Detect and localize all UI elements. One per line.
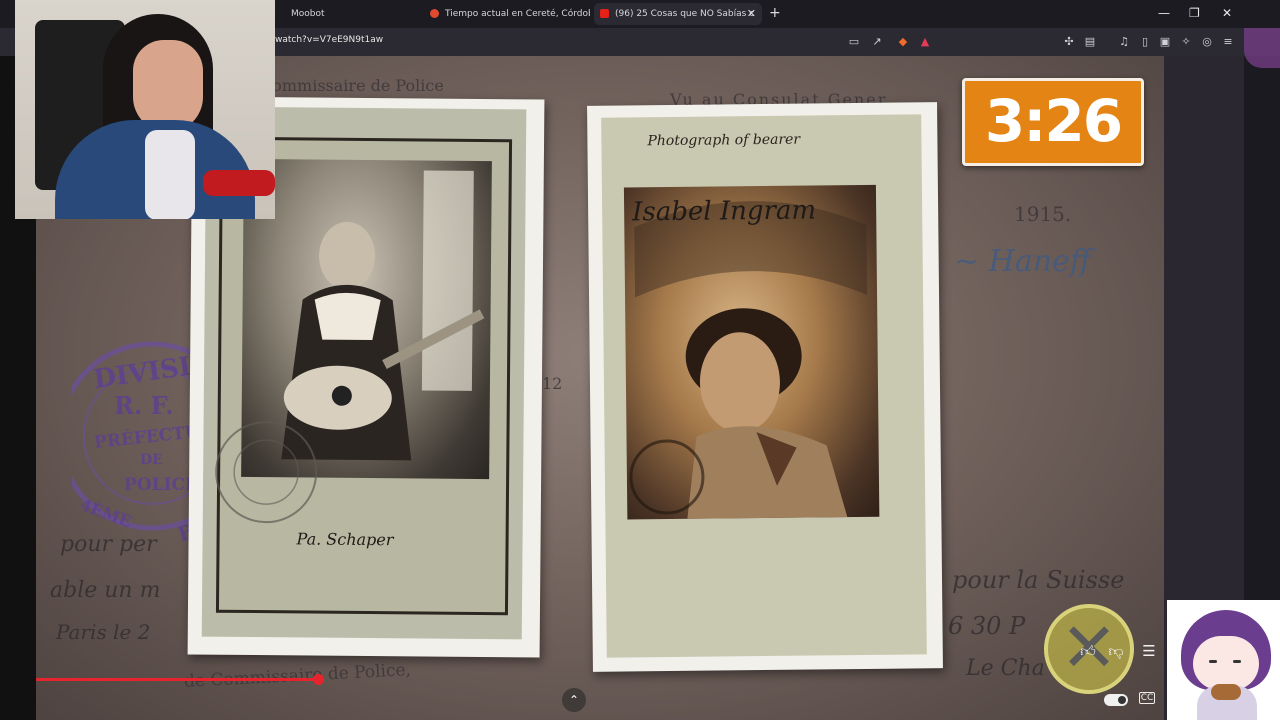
tab-weather[interactable]: Tiempo actual en Cereté, Córdoba, C (424, 3, 590, 25)
card-right-signature: Isabel Ingram (632, 195, 817, 228)
warning-icon[interactable]: ▲ (918, 35, 932, 49)
stamp-line-5: POLICE (124, 475, 198, 495)
tab-moobot-label: Moobot (291, 9, 325, 19)
progress-bar-played[interactable] (36, 678, 320, 681)
vpn-icon[interactable]: ◎ (1200, 35, 1214, 49)
maximize-button[interactable]: ❐ (1189, 6, 1200, 20)
countdown-timer-badge: 3:26 (962, 78, 1144, 166)
tab-moobot[interactable]: Moobot (270, 3, 420, 25)
like-icon[interactable]: 👍︎ (1078, 642, 1098, 660)
mascot-eye-right (1233, 660, 1241, 663)
doc-bottom-left-2: able un m (50, 578, 161, 603)
tab-youtube-video[interactable]: (96) 25 Cosas que NO Sabías c ✕ (594, 3, 762, 25)
minimize-button[interactable]: — (1158, 6, 1170, 20)
url-field[interactable]: watch?v=V7eE9N9t1aw (275, 35, 383, 45)
mascot-burger-icon (1211, 684, 1241, 700)
tab-weather-label: Tiempo actual en Cereté, Córdoba, C (445, 9, 590, 19)
progress-scrubber[interactable] (313, 674, 324, 685)
doc-bottom-right-3: Le Cha (966, 656, 1045, 681)
sidebar-toggle-icon[interactable]: ▤ (1083, 35, 1097, 49)
brave-shield-icon[interactable]: ◆ (896, 35, 910, 49)
screen-icon[interactable]: ▭ (847, 35, 861, 49)
doc-side-number: 12 (542, 374, 563, 393)
microphone-icon (203, 170, 275, 196)
mascot-avatar (1167, 600, 1280, 720)
close-window-button[interactable]: ✕ (1222, 6, 1232, 20)
weather-favicon-icon (430, 9, 439, 18)
bearer-portrait-photo (623, 184, 880, 520)
stamp-line-2: R. F. (114, 391, 174, 420)
doc-bottom-right-2: 6 30 P (948, 612, 1026, 640)
menu-icon[interactable]: ≡ (1221, 35, 1235, 49)
timer-text: 3:26 (984, 87, 1123, 155)
screen-root: Moobot Tiempo actual en Cereté, Córdoba,… (0, 0, 1280, 720)
captions-icon[interactable]: CC (1139, 692, 1155, 704)
bremen-stamp-icon (215, 421, 318, 524)
photograph-of-bearer-caption: Photograph of bearer (647, 131, 801, 150)
share-icon[interactable]: ↗ (870, 35, 884, 49)
doc-bottom-center: de Commissaire de Police, (183, 660, 412, 692)
dislike-icon[interactable]: 👎︎ (1106, 642, 1126, 660)
new-tab-button[interactable]: + (769, 5, 781, 21)
passport-card-right: Photograph of bearer Isabel Ingram (587, 102, 943, 672)
youtube-favicon-icon (600, 9, 609, 18)
bookmark-icon[interactable]: ▯ (1138, 35, 1152, 49)
chevron-up-icon[interactable]: ⌃ (562, 688, 586, 712)
moobot-favicon-icon (276, 9, 285, 18)
leo-icon[interactable]: ✧ (1179, 35, 1193, 49)
webcam-overlay (15, 0, 275, 219)
side-overlay-shape (1244, 28, 1280, 68)
card-left-signature: Pa. Schaper (296, 529, 394, 550)
extensions-icon[interactable]: ✣ (1062, 35, 1076, 49)
doc-bottom-left-1: pour per (60, 532, 157, 557)
autoplay-toggle[interactable] (1104, 694, 1128, 706)
webcam-blouse-lace (145, 130, 195, 219)
wallet-icon[interactable]: ▣ (1158, 35, 1172, 49)
doc-bottom-left-3: Paris le 2 (56, 620, 151, 644)
mascot-eye-left (1209, 660, 1217, 663)
doc-year: 1915. (1014, 202, 1072, 226)
webcam-person-face (133, 40, 203, 132)
tab-youtube-label: (96) 25 Cosas que NO Sabías c (615, 9, 755, 19)
close-tab-icon[interactable]: ✕ (747, 3, 756, 25)
music-icon[interactable]: ♫ (1117, 35, 1131, 49)
mascot-face (1193, 636, 1259, 690)
doc-blue-signature: ~ Haneff (954, 244, 1092, 279)
stamp-line-4: DE (140, 452, 163, 468)
doc-header-left: Commissaire de Police (260, 76, 444, 95)
portrait-illustration (629, 201, 868, 519)
comments-icon[interactable]: ☰ (1139, 642, 1159, 660)
doc-bottom-right-1: pour la Suisse (952, 566, 1125, 594)
